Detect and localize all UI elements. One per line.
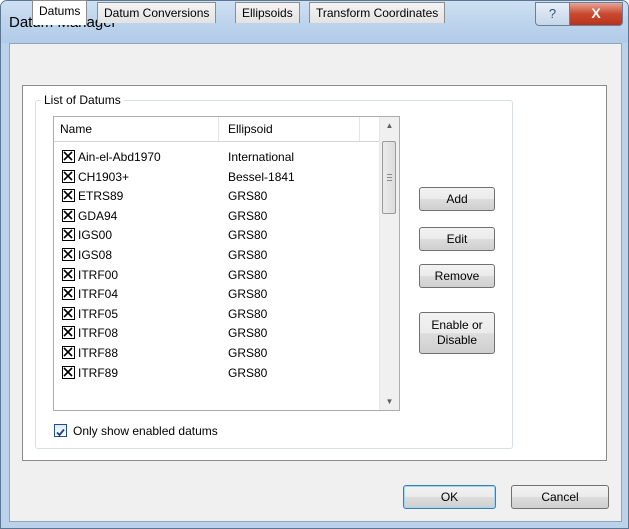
list-header: Name Ellipsoid (54, 117, 379, 142)
remove-button-label: Remove (434, 269, 480, 283)
datum-name-cell: ITRF05 (78, 306, 119, 321)
ellipsoid-cell: GRS80 (228, 267, 268, 282)
list-item[interactable]: ITRF00 GRS80 (54, 266, 379, 286)
ellipsoid-cell: GRS80 (228, 228, 268, 243)
close-icon: X (591, 5, 601, 21)
datum-name-cell: IGS08 (78, 247, 113, 262)
list-item[interactable]: ETRS89 GRS80 (54, 187, 379, 207)
list-item[interactable]: IGS08 GRS80 (54, 246, 379, 266)
ellipsoid-cell: GRS80 (228, 287, 268, 302)
list-item[interactable]: ITRF08 GRS80 (54, 324, 379, 344)
enabled-checkbox[interactable] (62, 365, 75, 379)
datum-name-cell: CH1903+ (78, 169, 130, 184)
list-rows: Ain-el-Abd1970 International CH1903+ Bessel… (54, 148, 379, 410)
column-divider[interactable] (218, 117, 219, 141)
add-button[interactable]: Add (419, 187, 495, 211)
ellipsoid-cell: GRS80 (228, 247, 268, 262)
enabled-checkbox[interactable] (62, 189, 75, 203)
datum-name-cell: ITRF08 (78, 326, 119, 341)
enable-disable-button[interactable]: Enable or Disable (419, 312, 495, 354)
column-header-ellipsoid[interactable]: Ellipsoid (228, 117, 273, 141)
only-enabled-checkbox[interactable] (54, 424, 67, 437)
tab-datums[interactable]: Datums (32, 0, 88, 25)
remove-button[interactable]: Remove (419, 264, 495, 288)
list-item[interactable]: ITRF04 GRS80 (54, 285, 379, 305)
check-x-icon (63, 347, 73, 357)
check-x-icon (63, 151, 73, 161)
edit-button-label: Edit (446, 232, 468, 246)
ellipsoid-cell: GRS80 (228, 365, 268, 380)
ok-button-label: OK (440, 490, 459, 504)
list-item[interactable]: GDA94 GRS80 (54, 207, 379, 227)
datum-list[interactable]: Name Ellipsoid Ain-el-Abd1970 Internation… (53, 116, 400, 411)
list-item[interactable]: Ain-el-Abd1970 International (54, 148, 379, 168)
check-x-icon (63, 327, 73, 337)
tab-ellipsoids[interactable]: Ellipsoids (235, 2, 300, 23)
enable-disable-label-line2: Disable (436, 333, 478, 347)
grip-line (387, 180, 392, 181)
list-item[interactable]: ITRF88 GRS80 (54, 344, 379, 364)
scroll-up-arrow-icon[interactable]: ▲ (380, 117, 399, 134)
enabled-checkbox[interactable] (62, 247, 75, 261)
cancel-button[interactable]: Cancel (511, 485, 609, 509)
scroll-down-arrow-icon[interactable]: ▼ (380, 393, 399, 410)
help-button[interactable]: ? (535, 2, 570, 26)
edit-button[interactable]: Edit (419, 227, 495, 251)
grip-line (387, 177, 392, 178)
check-x-icon (63, 210, 73, 220)
list-item[interactable]: IGS00 GRS80 (54, 226, 379, 246)
grip-line (387, 174, 392, 175)
checkmark-icon (56, 428, 65, 437)
group-label: List of Datums (41, 93, 124, 107)
datum-name-cell: Ain-el-Abd1970 (78, 150, 161, 164)
list-item[interactable]: ITRF89 GRS80 (54, 364, 379, 384)
list-scrollbar[interactable]: ▲ ▼ (379, 117, 399, 410)
add-button-label: Add (446, 192, 468, 206)
enabled-checkbox[interactable] (62, 306, 75, 320)
datum-name-cell: ITRF88 (78, 345, 119, 360)
ellipsoid-cell: Bessel-1841 (228, 169, 295, 184)
check-x-icon (63, 366, 73, 377)
check-x-icon (63, 229, 73, 239)
scroll-thumb[interactable] (382, 141, 396, 214)
enabled-checkbox[interactable] (62, 287, 75, 301)
datum-name-cell: ITRF00 (78, 267, 119, 282)
enabled-checkbox[interactable] (62, 326, 75, 340)
ellipsoid-cell: International (228, 150, 295, 164)
check-x-icon (63, 268, 73, 279)
datum-name-cell: IGS00 (78, 228, 113, 243)
enabled-checkbox[interactable] (62, 267, 75, 281)
list-item[interactable]: CH1903+ Bessel-1841 (54, 168, 379, 188)
check-x-icon (63, 249, 73, 259)
tab-transform-coordinates[interactable]: Transform Coordinates (309, 2, 446, 23)
ellipsoid-cell: GRS80 (228, 345, 268, 360)
ok-button[interactable]: OK (403, 485, 496, 509)
column-header-name[interactable]: Name (60, 117, 92, 141)
datum-name-cell: ITRF04 (78, 287, 119, 302)
enable-disable-label-line1: Enable or (431, 318, 483, 332)
enabled-checkbox[interactable] (62, 228, 75, 242)
cancel-button-label: Cancel (541, 490, 579, 504)
ellipsoid-cell: GRS80 (228, 189, 268, 204)
check-x-icon (63, 190, 73, 200)
enabled-checkbox[interactable] (62, 169, 75, 183)
ellipsoid-cell: GRS80 (228, 326, 268, 341)
tab-datum-conversions[interactable]: Datum Conversions (97, 2, 217, 23)
check-x-icon (63, 308, 73, 318)
enabled-checkbox[interactable] (62, 345, 75, 359)
check-x-icon (63, 171, 73, 181)
datum-name-cell: GDA94 (78, 208, 118, 223)
enabled-checkbox[interactable] (62, 150, 75, 163)
ellipsoid-cell: GRS80 (228, 208, 268, 223)
column-divider[interactable] (359, 117, 360, 141)
only-enabled-label[interactable]: Only show enabled datums (73, 424, 218, 438)
list-item[interactable]: ITRF05 GRS80 (54, 305, 379, 325)
enabled-checkbox[interactable] (62, 208, 75, 222)
help-icon: ? (548, 6, 557, 21)
datum-name-cell: ETRS89 (78, 189, 124, 204)
datum-name-cell: ITRF89 (78, 365, 119, 380)
ellipsoid-cell: GRS80 (228, 306, 268, 321)
close-button[interactable]: X (569, 2, 623, 26)
check-x-icon (63, 288, 73, 298)
